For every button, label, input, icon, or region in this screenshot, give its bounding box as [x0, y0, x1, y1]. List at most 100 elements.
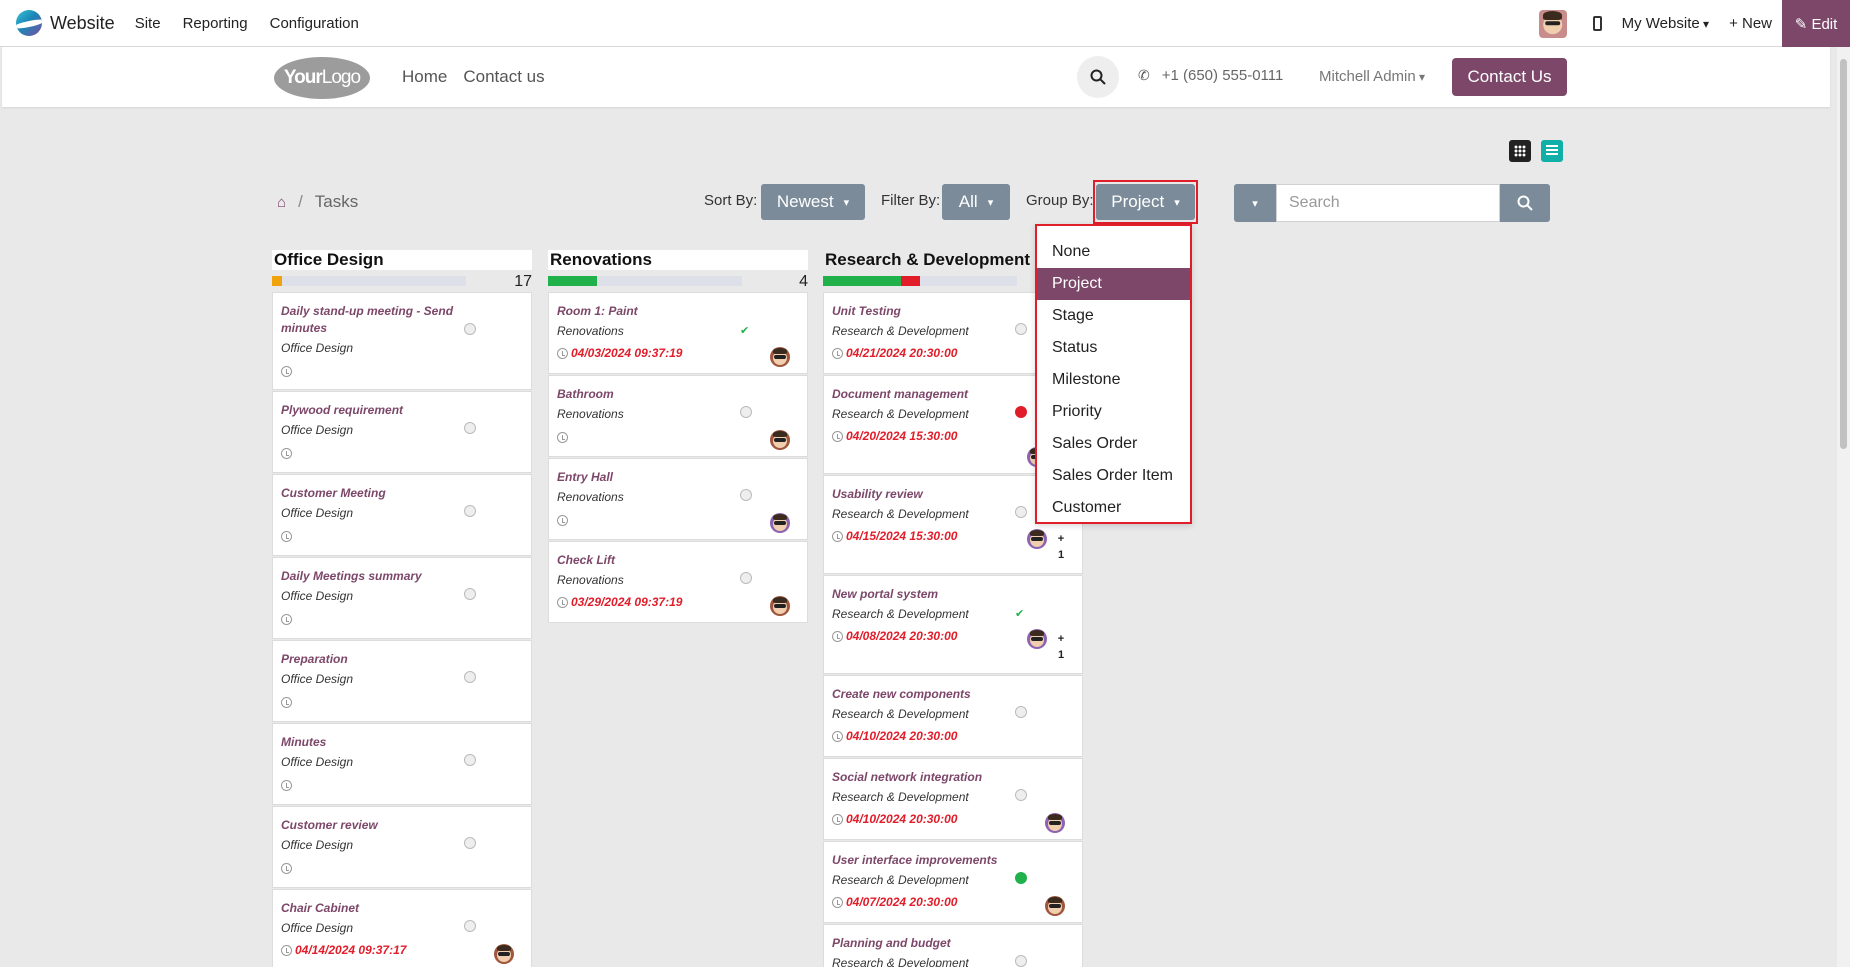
task-card[interactable]: Room 1: Paint Renovations 04/03/2024 09:37… [548, 292, 808, 374]
menu-reporting[interactable]: Reporting [183, 15, 248, 32]
task-title[interactable]: Planning and budget [832, 935, 1012, 952]
contact-us-button[interactable]: Contact Us [1452, 58, 1567, 96]
status-indicator[interactable] [1015, 323, 1027, 335]
status-indicator[interactable] [464, 671, 476, 683]
status-done-icon[interactable]: ✔ [1015, 607, 1025, 620]
filter-dropdown[interactable]: All [942, 184, 1010, 220]
task-card[interactable]: Minutes Office Design [272, 723, 532, 805]
progress-segment[interactable] [823, 276, 901, 286]
assignee-avatar[interactable] [770, 596, 790, 616]
assignee-avatar[interactable] [770, 513, 790, 533]
group-option-customer[interactable]: Customer [1037, 492, 1190, 524]
task-card[interactable]: Chair Cabinet Office Design 04/14/2024 09:… [272, 889, 532, 967]
status-indicator[interactable] [464, 754, 476, 766]
status-indicator[interactable] [464, 505, 476, 517]
search-input[interactable]: Search [1276, 184, 1500, 222]
status-indicator[interactable] [740, 489, 752, 501]
task-title[interactable]: Daily stand-up meeting - Send minutes [281, 303, 461, 337]
sort-dropdown[interactable]: Newest [761, 184, 865, 220]
group-option-milestone[interactable]: Milestone [1037, 364, 1190, 396]
task-card[interactable]: Plywood requirement Office Design [272, 391, 532, 473]
assignee-avatar[interactable] [1027, 529, 1047, 549]
status-indicator[interactable] [1015, 872, 1027, 884]
kanban-view-icon[interactable] [1509, 140, 1531, 162]
status-indicator[interactable] [1015, 955, 1027, 967]
status-blocked-icon[interactable] [1015, 406, 1027, 418]
task-title[interactable]: New portal system [832, 586, 1012, 603]
edit-button[interactable]: ✎ Edit [1782, 0, 1850, 47]
status-indicator[interactable] [1015, 789, 1027, 801]
assignee-avatar[interactable] [494, 944, 514, 964]
task-card[interactable]: Social network integration Research & Dev… [823, 758, 1083, 840]
header-phone[interactable]: ✆ +1 (650) 555-0111 [1138, 67, 1283, 84]
user-menu[interactable]: Mitchell Admin [1319, 68, 1425, 85]
task-card[interactable]: Preparation Office Design [272, 640, 532, 722]
status-indicator[interactable] [464, 920, 476, 932]
task-title[interactable]: Usability review [832, 486, 1012, 503]
progress-bar[interactable] [272, 276, 466, 286]
task-card[interactable]: Customer Meeting Office Design [272, 474, 532, 556]
home-icon[interactable]: ⌂ [277, 194, 286, 211]
search-options-dropdown[interactable]: ▾ [1234, 184, 1276, 222]
task-card[interactable]: Bathroom Renovations [548, 375, 808, 457]
task-card[interactable]: User interface improvements Research & De… [823, 841, 1083, 923]
task-title[interactable]: Entry Hall [557, 469, 737, 486]
status-indicator[interactable] [740, 572, 752, 584]
scrollbar-thumb[interactable] [1840, 59, 1847, 449]
status-done-icon[interactable]: ✔ [740, 324, 750, 337]
status-indicator[interactable] [464, 323, 476, 335]
status-indicator[interactable] [464, 837, 476, 849]
task-title[interactable]: Customer Meeting [281, 485, 461, 502]
status-indicator[interactable] [464, 588, 476, 600]
extra-assignees-count[interactable]: + 1 [1055, 531, 1067, 563]
task-title[interactable]: Check Lift [557, 552, 737, 569]
my-website-dropdown[interactable]: My Website [1622, 15, 1709, 32]
task-title[interactable]: Minutes [281, 734, 461, 751]
search-submit-button[interactable] [1500, 184, 1550, 222]
task-card[interactable]: Daily Meetings summary Office Design [272, 557, 532, 639]
task-card[interactable]: Planning and budget Research & Developmen… [823, 924, 1083, 967]
task-title[interactable]: Chair Cabinet [281, 900, 461, 917]
task-card[interactable]: Create new components Research & Developm… [823, 675, 1083, 757]
status-indicator[interactable] [464, 422, 476, 434]
task-card[interactable]: Check Lift Renovations 03/29/2024 09:37:19 [548, 541, 808, 623]
task-card[interactable]: Entry Hall Renovations [548, 458, 808, 540]
status-indicator[interactable] [1015, 506, 1027, 518]
task-title[interactable]: Daily Meetings summary [281, 568, 461, 585]
menu-configuration[interactable]: Configuration [270, 15, 359, 32]
assignee-avatar[interactable] [770, 430, 790, 450]
nav-home[interactable]: Home [402, 67, 447, 87]
task-title[interactable]: Document management [832, 386, 1012, 403]
group-option-status[interactable]: Status [1037, 332, 1190, 364]
nav-contact-us[interactable]: Contact us [463, 67, 544, 87]
assignee-avatar[interactable] [1027, 629, 1047, 649]
site-logo[interactable]: Your Logo [274, 57, 370, 99]
group-option-priority[interactable]: Priority [1037, 396, 1190, 428]
task-title[interactable]: Customer review [281, 817, 461, 834]
task-title[interactable]: Bathroom [557, 386, 737, 403]
progress-segment[interactable] [900, 276, 920, 286]
status-indicator[interactable] [1015, 706, 1027, 718]
progress-bar[interactable] [548, 276, 742, 286]
group-option-none[interactable]: None [1037, 236, 1190, 268]
group-option-project[interactable]: Project [1037, 268, 1190, 300]
new-button[interactable]: + New [1729, 15, 1772, 32]
assignee-avatar[interactable] [1045, 896, 1065, 916]
progress-bar[interactable] [823, 276, 1017, 286]
progress-segment[interactable] [548, 276, 597, 286]
status-indicator[interactable] [740, 406, 752, 418]
task-title[interactable]: Preparation [281, 651, 461, 668]
group-option-sales-order-item[interactable]: Sales Order Item [1037, 460, 1190, 492]
task-card[interactable]: Daily stand-up meeting - Send minutes Off… [272, 292, 532, 390]
progress-segment[interactable] [272, 276, 282, 286]
group-option-sales-order[interactable]: Sales Order [1037, 428, 1190, 460]
list-view-icon[interactable] [1541, 140, 1563, 162]
task-title[interactable]: Unit Testing [832, 303, 1012, 320]
user-avatar[interactable] [1538, 9, 1567, 38]
assignee-avatar[interactable] [770, 347, 790, 367]
mobile-preview-icon[interactable] [1592, 16, 1602, 31]
task-title[interactable]: Social network integration [832, 769, 1012, 786]
task-title[interactable]: User interface improvements [832, 852, 1012, 869]
task-card[interactable]: Customer review Office Design [272, 806, 532, 888]
scrollbar[interactable] [1837, 47, 1850, 967]
